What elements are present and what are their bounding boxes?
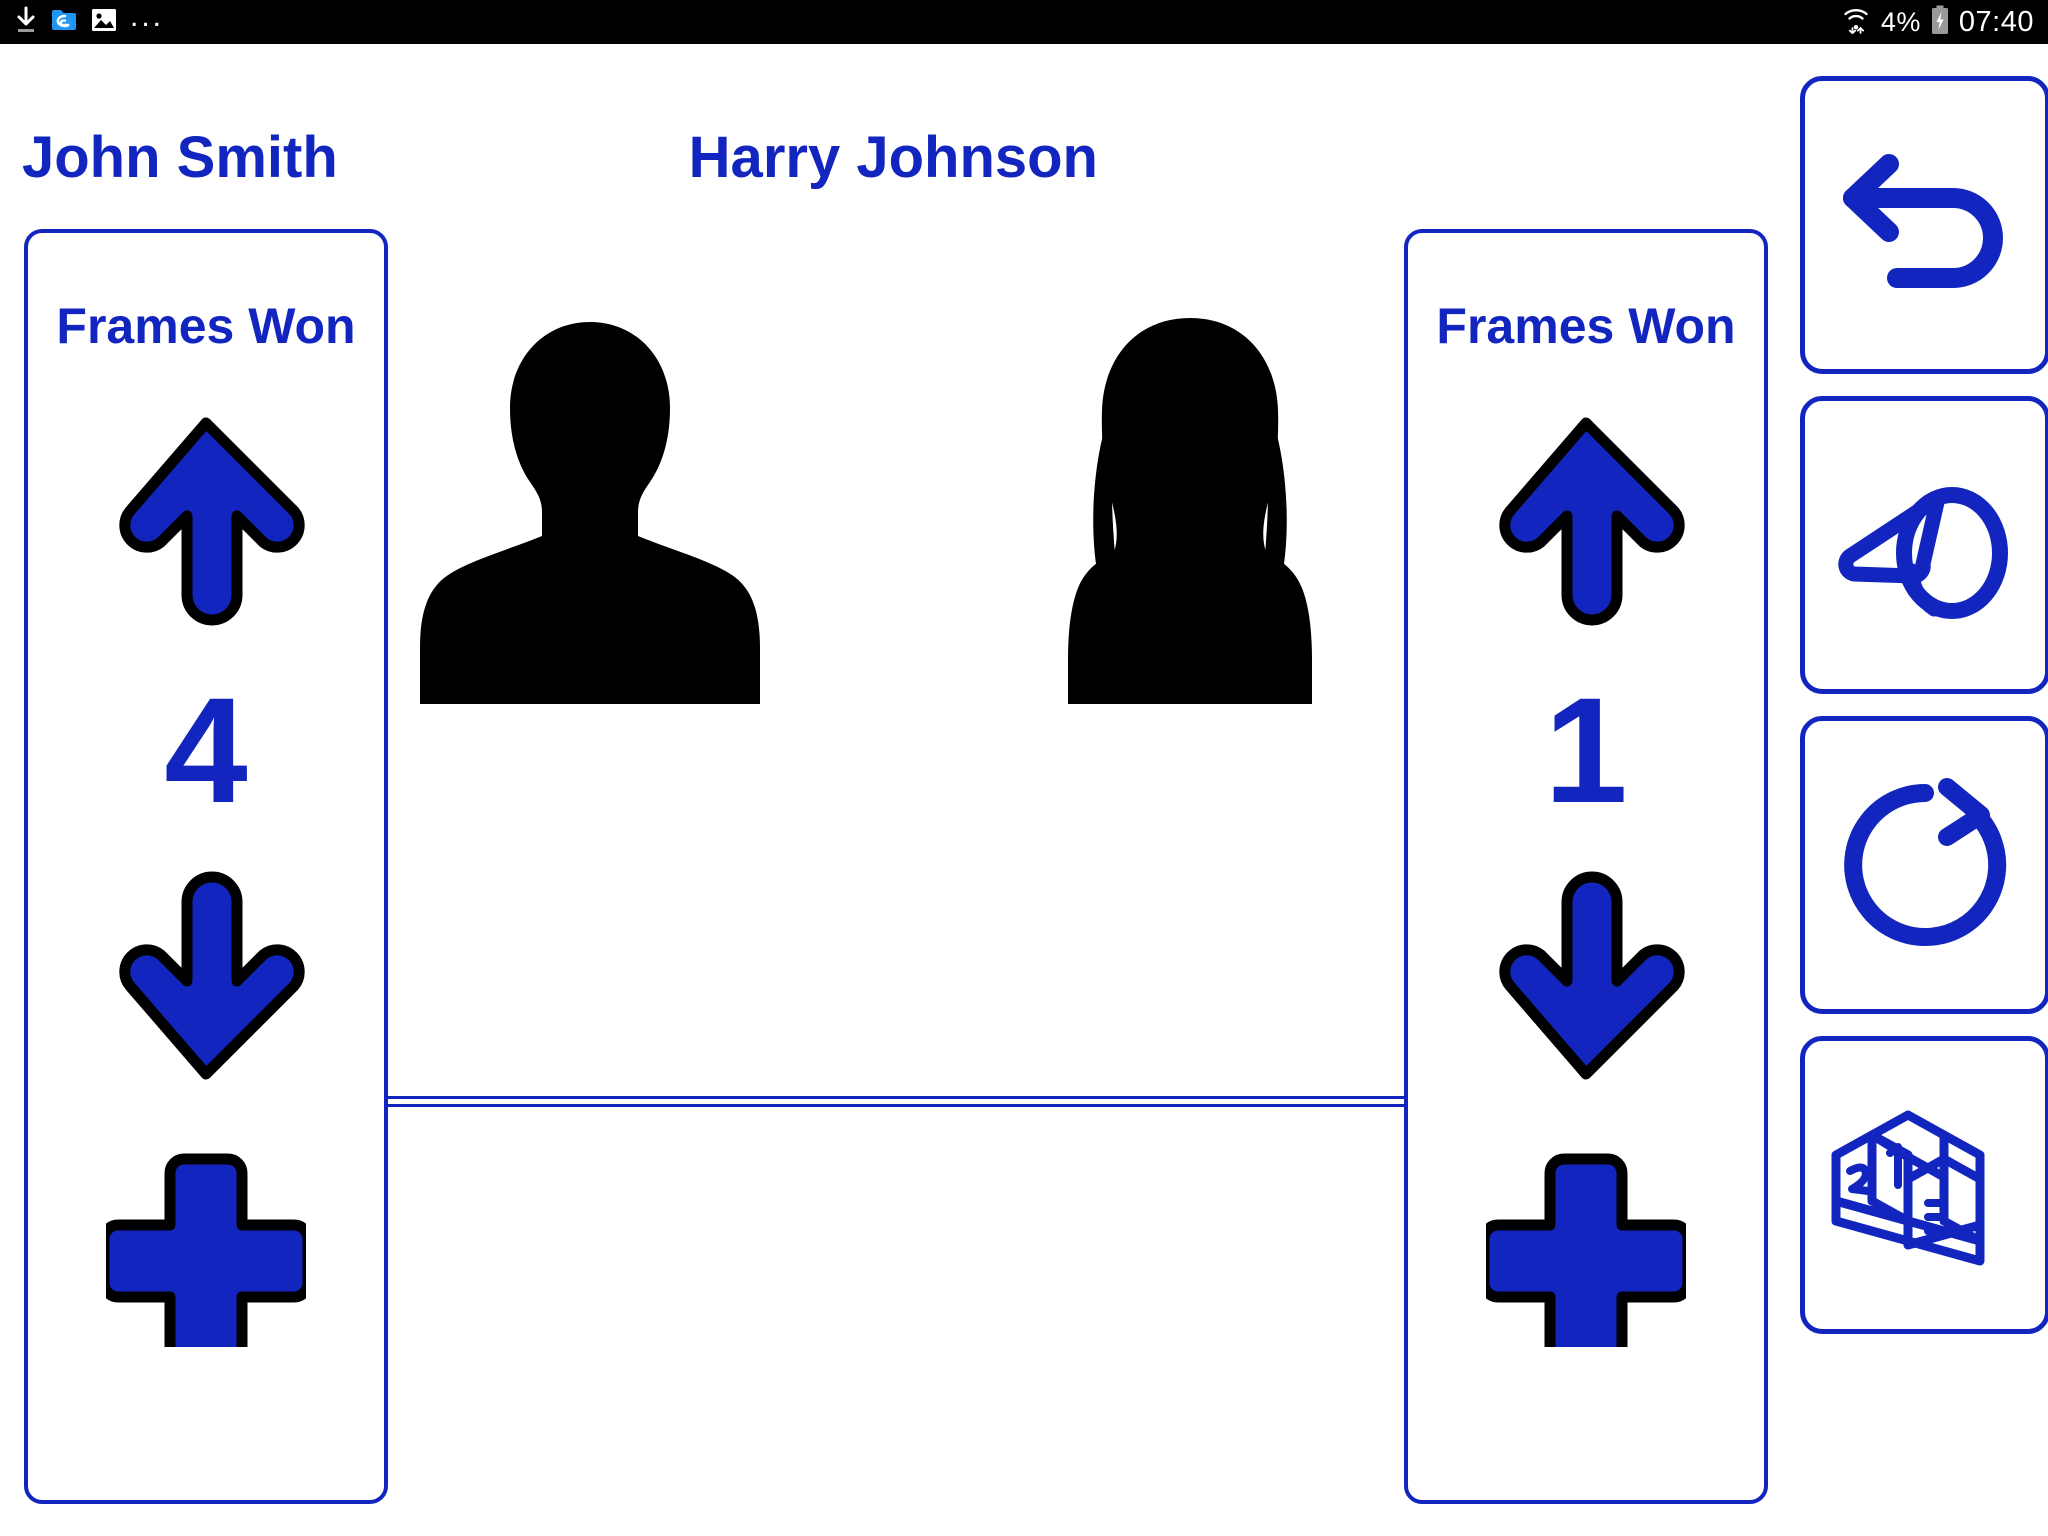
status-bar-notifications[interactable]: ...: [14, 0, 164, 44]
player-left-avatar[interactable]: [420, 304, 760, 709]
status-bar-system[interactable]: 4% 07:40: [1841, 0, 2034, 44]
undo-button[interactable]: [1800, 76, 2048, 374]
wifi-icon: [1841, 6, 1871, 39]
es-file-explorer-icon: [50, 6, 78, 39]
player-right-name[interactable]: Harry Johnson: [689, 129, 1098, 187]
female-avatar-silhouette: [1068, 318, 1312, 704]
clock-label: 07:40: [1958, 5, 2034, 38]
refresh-clockwise-icon: [1844, 778, 2007, 946]
player-left-score: 4: [164, 666, 248, 834]
plus-icon: [98, 1153, 314, 1369]
action-toolbar: [1800, 76, 2048, 1334]
player-right-score: 1: [1544, 666, 1628, 834]
male-avatar-silhouette: [420, 322, 760, 704]
whistle-icon: [1838, 486, 2008, 619]
gallery-image-icon: [90, 6, 118, 39]
arrow-down-icon: [1499, 871, 1685, 1080]
battery-percent-label: 4%: [1880, 6, 1921, 37]
player-left-increment-button[interactable]: [106, 413, 306, 631]
plus-icon: [1478, 1153, 1694, 1369]
player-right-decrement-button[interactable]: [1486, 869, 1686, 1087]
player-left-add-button[interactable]: [98, 1147, 314, 1369]
download-icon: [14, 6, 38, 39]
referee-button[interactable]: [1800, 396, 2048, 694]
score-panel-left: Frames Won 4: [24, 229, 388, 1504]
notification-overflow-icon: ...: [130, 0, 165, 33]
standings-button[interactable]: [1800, 1036, 2048, 1334]
scoreboard-screen: John Smith Harry Johnson Frames Won 4 Fr…: [0, 44, 2048, 1536]
reset-button[interactable]: [1800, 716, 2048, 1014]
arrow-down-icon: [119, 871, 305, 1080]
status-bar: ... 4% 07:40: [0, 0, 2048, 44]
player-left-name[interactable]: John Smith: [22, 129, 338, 187]
panel-left-title: Frames Won: [56, 298, 356, 354]
arrow-up-icon: [1499, 417, 1685, 626]
battery-charging-icon: [1931, 5, 1949, 40]
player-right-add-button[interactable]: [1478, 1147, 1694, 1369]
player-right-avatar[interactable]: [1020, 304, 1360, 709]
panel-right-title: Frames Won: [1436, 298, 1736, 354]
undo-arrow-icon: [1843, 154, 2003, 288]
center-divider: [388, 1096, 1408, 1108]
arrow-up-icon: [119, 417, 305, 626]
player-right-increment-button[interactable]: [1486, 413, 1686, 631]
podium-icon: [1831, 1110, 1984, 1265]
player-left-decrement-button[interactable]: [106, 869, 306, 1087]
score-panel-right: Frames Won 1: [1404, 229, 1768, 1504]
